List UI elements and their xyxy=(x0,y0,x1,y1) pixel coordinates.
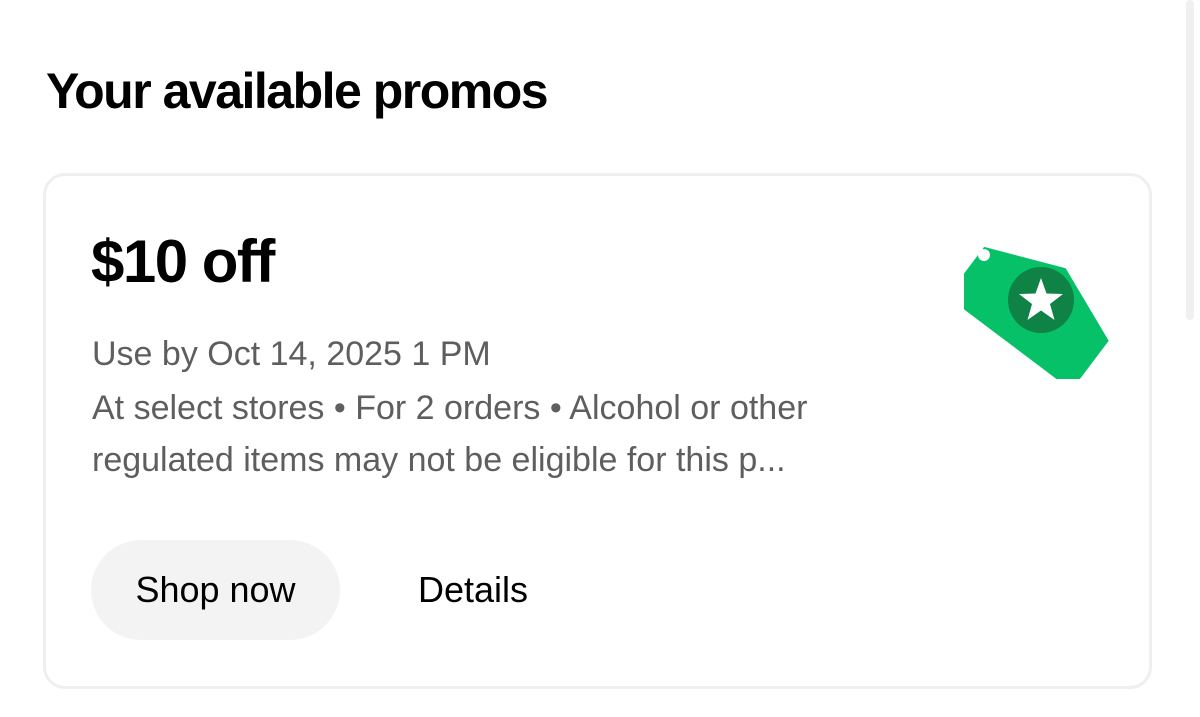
promo-tag-star-icon xyxy=(964,246,1109,379)
promo-card: $10 off Use by Oct 14, 2025 1 PM At sele… xyxy=(43,173,1152,689)
page-title: Your available promos xyxy=(46,63,549,119)
promo-amount: $10 off xyxy=(91,228,275,295)
promo-terms-line-2: regulated items may not be eligible for … xyxy=(92,441,786,479)
shop-now-button[interactable]: Shop now xyxy=(91,540,340,640)
promo-terms: At select stores • For 2 orders • Alcoho… xyxy=(92,382,952,486)
promo-terms-line-1: At select stores • For 2 orders • Alcoho… xyxy=(92,389,808,427)
details-button[interactable]: Details xyxy=(383,540,563,640)
promo-expiry: Use by Oct 14, 2025 1 PM xyxy=(92,335,491,373)
scrollbar[interactable] xyxy=(1186,0,1194,320)
